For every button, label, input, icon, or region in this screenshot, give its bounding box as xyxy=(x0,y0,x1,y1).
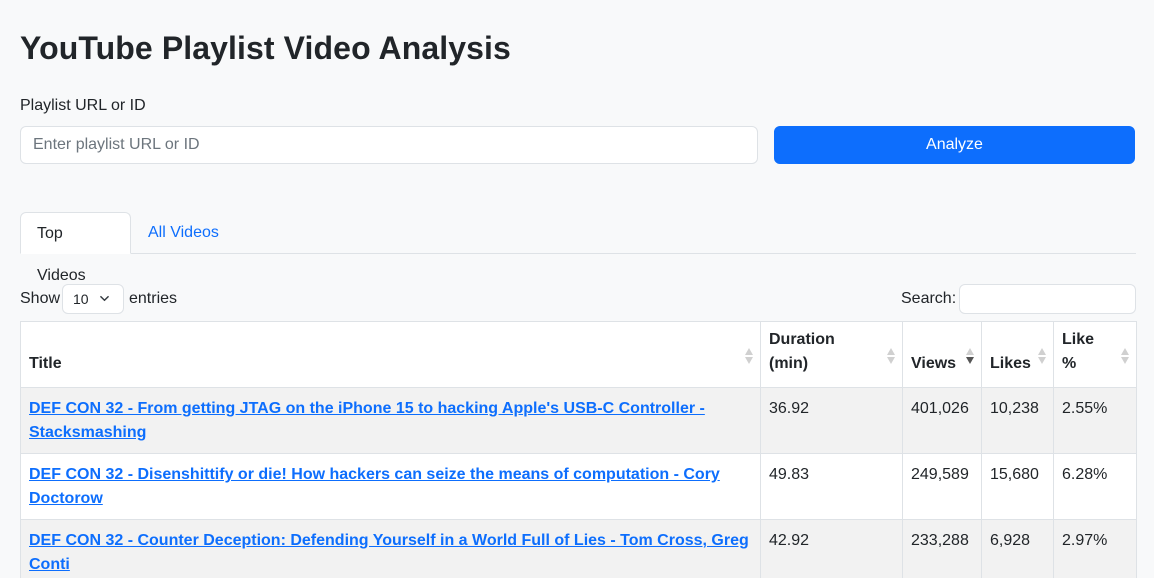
cell-likes: 10,238 xyxy=(981,387,1054,454)
column-header-label: Title xyxy=(29,355,62,372)
cell-like-pct: 2.55% xyxy=(1053,387,1137,454)
tab-bar: Top Videos All Videos xyxy=(20,212,1136,284)
page-title: YouTube Playlist Video Analysis xyxy=(20,30,511,66)
column-header-duration[interactable]: Duration (min) xyxy=(760,321,903,388)
column-header-label: Duration (min) xyxy=(769,331,835,372)
video-link[interactable]: DEF CON 32 - Counter Deception: Defendin… xyxy=(29,532,749,573)
table-row: DEF CON 32 - Disenshittify or die! How h… xyxy=(20,453,1137,520)
video-link[interactable]: DEF CON 32 - Disenshittify or die! How h… xyxy=(29,466,720,507)
table-header-row: Title Duration (min) Views Likes Like % xyxy=(20,321,1137,388)
column-header-likes[interactable]: Likes xyxy=(981,321,1054,388)
tab-all-videos[interactable]: All Videos xyxy=(132,212,235,254)
sort-desc-icon xyxy=(966,348,974,364)
cell-duration: 42.92 xyxy=(760,519,903,578)
search-label: Search: xyxy=(901,290,957,307)
cell-like-pct: 2.97% xyxy=(1053,519,1137,578)
sort-both-icon xyxy=(1038,348,1046,364)
video-link[interactable]: DEF CON 32 - From getting JTAG on the iP… xyxy=(29,400,705,441)
cell-likes: 6,928 xyxy=(981,519,1054,578)
show-label: Show xyxy=(20,290,61,307)
cell-views: 249,589 xyxy=(902,453,982,520)
column-header-label: Like % xyxy=(1062,331,1095,372)
cell-title: DEF CON 32 - From getting JTAG on the iP… xyxy=(20,387,761,454)
cell-title: DEF CON 32 - Disenshittify or die! How h… xyxy=(20,453,761,520)
column-header-label: Views xyxy=(911,355,957,372)
sort-both-icon xyxy=(1121,348,1129,364)
column-header-label: Likes xyxy=(990,355,1031,372)
cell-title: DEF CON 32 - Counter Deception: Defendin… xyxy=(20,519,761,578)
cell-views: 233,288 xyxy=(902,519,982,578)
table-row: DEF CON 32 - From getting JTAG on the iP… xyxy=(20,387,1137,454)
page-length-value: 10 xyxy=(73,291,89,307)
analyze-button[interactable]: Analyze xyxy=(774,126,1135,164)
column-header-like-pct[interactable]: Like % xyxy=(1053,321,1137,388)
playlist-url-label: Playlist URL or ID xyxy=(20,97,146,114)
search-input[interactable] xyxy=(959,284,1136,314)
tab-top-videos[interactable]: Top Videos xyxy=(20,212,131,284)
page-length-select[interactable]: 10 xyxy=(62,284,124,314)
cell-duration: 36.92 xyxy=(760,387,903,454)
videos-table: Title Duration (min) Views Likes Like % … xyxy=(20,321,1137,578)
playlist-url-input[interactable] xyxy=(20,126,758,164)
sort-both-icon xyxy=(745,348,753,364)
column-header-title[interactable]: Title xyxy=(20,321,761,388)
chevron-down-icon xyxy=(100,295,109,302)
cell-duration: 49.83 xyxy=(760,453,903,520)
table-row: DEF CON 32 - Counter Deception: Defendin… xyxy=(20,519,1137,578)
cell-like-pct: 6.28% xyxy=(1053,453,1137,520)
column-header-views[interactable]: Views xyxy=(902,321,982,388)
cell-views: 401,026 xyxy=(902,387,982,454)
cell-likes: 15,680 xyxy=(981,453,1054,520)
sort-both-icon xyxy=(887,348,895,364)
entries-label: entries xyxy=(129,290,178,307)
